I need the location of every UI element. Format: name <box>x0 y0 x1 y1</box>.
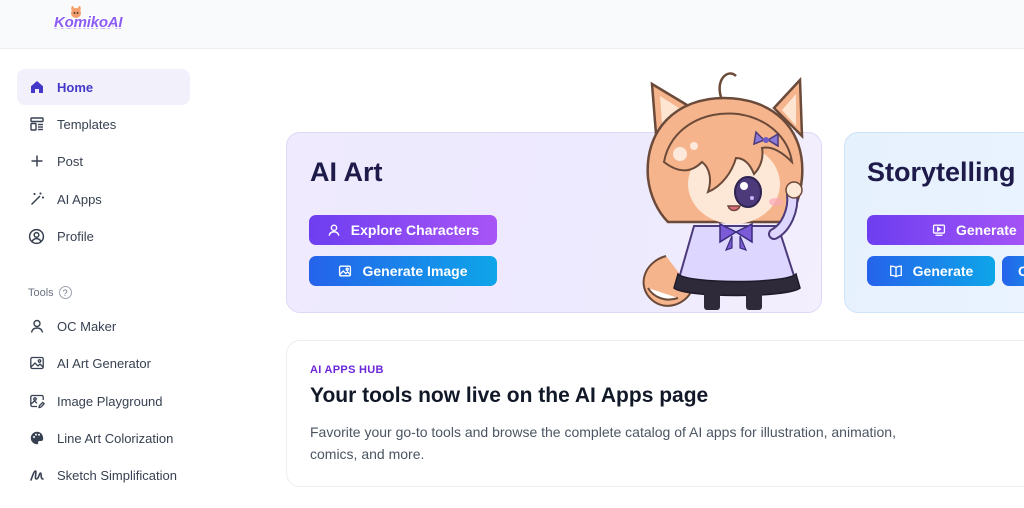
sidebar-item-ai-art-generator[interactable]: AI Art Generator <box>17 345 190 381</box>
hub-description: Favorite your go-to tools and browse the… <box>310 424 896 462</box>
sidebar-item-label: Post <box>57 153 84 169</box>
sidebar-item-line-art-colorization[interactable]: Line Art Colorization <box>17 420 190 456</box>
sidebar-item-home[interactable]: Home <box>17 69 190 105</box>
komiko-logo[interactable]: KomikoAI <box>52 6 124 34</box>
book-icon <box>889 264 903 278</box>
sidebar-item-sketch-simplification[interactable]: Sketch Simplification <box>17 457 190 493</box>
tools-label-text: Tools <box>28 286 54 299</box>
sidebar-item-label: Templates <box>57 116 117 132</box>
user-icon <box>28 318 45 335</box>
logo-text: KomikoAI <box>54 14 123 31</box>
hub-title: Your tools now live on the AI Apps page <box>310 384 709 407</box>
sketch-icon <box>28 467 45 484</box>
sidebar-item-label: AI Apps <box>57 191 102 207</box>
ai-art-title: AI Art <box>310 157 383 187</box>
sidebar: Home Templates Post AI Apps Profile Tool… <box>0 50 205 508</box>
generate-comic-button[interactable]: Generate <box>867 256 995 286</box>
templates-icon <box>28 116 45 133</box>
sidebar-item-label: AI Art Generator <box>57 355 151 371</box>
ai-apps-hub-card[interactable]: AI APPS HUB Your tools now live on the A… <box>286 340 1024 487</box>
user-circle-icon <box>28 228 45 245</box>
image-icon <box>338 264 352 278</box>
sidebar-item-label: Home <box>57 79 94 95</box>
sidebar-item-label: Sketch Simplification <box>57 467 177 483</box>
generate-comic-label: Generate <box>912 263 974 279</box>
tools-section-label: Tools ? <box>28 286 72 299</box>
help-icon[interactable]: ? <box>58 286 72 299</box>
sidebar-item-ai-apps[interactable]: AI Apps <box>17 181 190 217</box>
magic-wand-icon <box>28 191 45 208</box>
plus-icon <box>28 153 45 170</box>
explore-characters-button[interactable]: Explore Characters <box>309 215 497 245</box>
sidebar-item-templates[interactable]: Templates <box>17 106 190 142</box>
generate-story-label: Generate <box>956 222 1017 238</box>
top-bar: KomikoAI <box>0 0 1024 49</box>
extra-button-glyph: C <box>1018 263 1024 279</box>
generate-story-button[interactable]: Generate <box>867 215 1024 245</box>
sidebar-item-label: OC Maker <box>57 318 117 334</box>
storytelling-extra-button[interactable]: C <box>1002 256 1024 286</box>
sidebar-item-label: Line Art Colorization <box>57 430 174 446</box>
sidebar-item-label: Profile <box>57 228 94 244</box>
fox-girl-mascot-image <box>642 72 804 310</box>
hub-kicker: AI APPS HUB <box>310 364 384 376</box>
storytelling-card: Storytelling Generate Generate C <box>844 132 1024 313</box>
explore-characters-label: Explore Characters <box>350 222 480 238</box>
image-edit-icon <box>28 393 45 410</box>
sidebar-item-label: Image Playground <box>57 393 163 409</box>
user-icon <box>327 223 341 237</box>
sidebar-item-profile[interactable]: Profile <box>17 218 190 254</box>
sidebar-item-post[interactable]: Post <box>17 143 190 179</box>
image-icon <box>28 355 45 372</box>
home-icon <box>28 79 45 96</box>
sidebar-item-oc-maker[interactable]: OC Maker <box>17 308 190 344</box>
palette-icon <box>28 430 45 447</box>
sidebar-item-image-playground[interactable]: Image Playground <box>17 383 190 419</box>
generate-image-button[interactable]: Generate Image <box>309 256 497 286</box>
video-icon <box>932 223 946 237</box>
generate-image-label: Generate Image <box>362 263 468 279</box>
storytelling-title: Storytelling <box>867 157 1016 187</box>
